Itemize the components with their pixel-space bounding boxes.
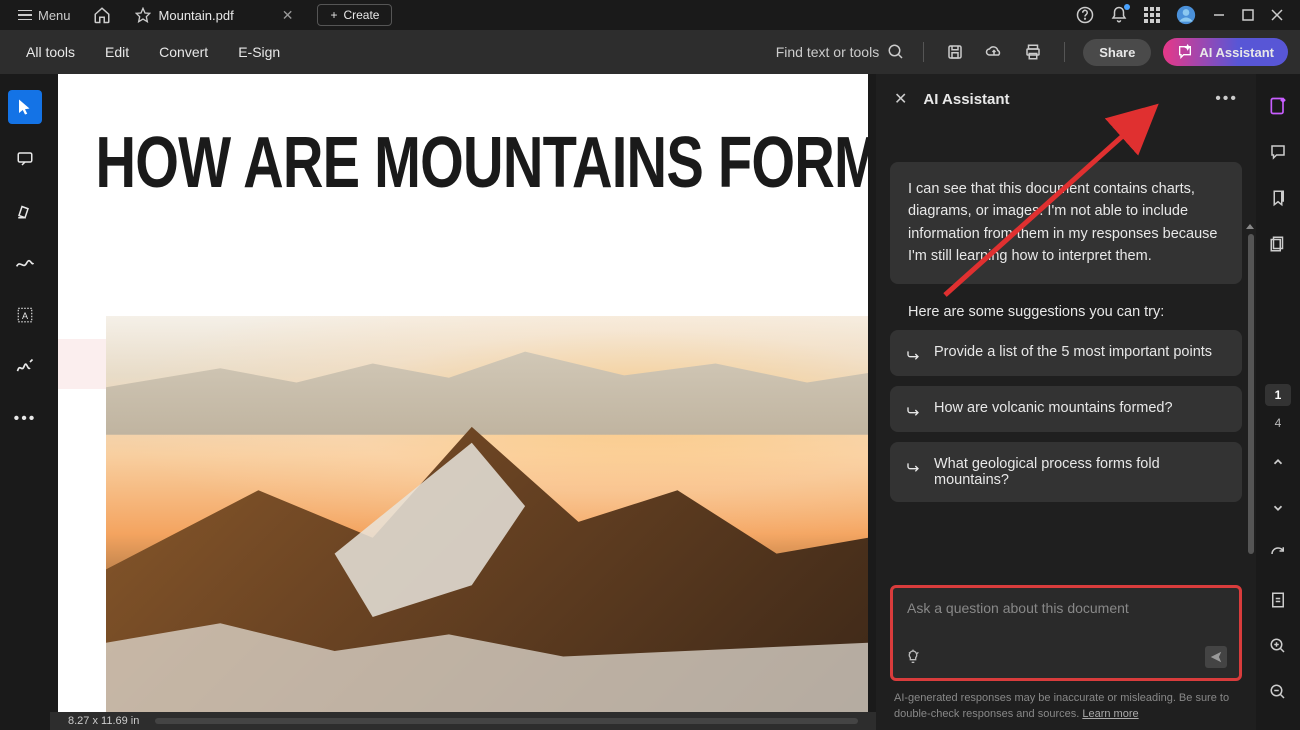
total-pages: 4 bbox=[1275, 416, 1282, 430]
learn-more-link[interactable]: Learn more bbox=[1082, 708, 1138, 720]
ai-disclaimer: AI-generated responses may be inaccurate… bbox=[876, 687, 1256, 730]
text-tool[interactable]: A bbox=[8, 298, 42, 332]
more-tools[interactable]: ••• bbox=[8, 402, 42, 436]
suggestion-item[interactable]: What geological process forms fold mount… bbox=[890, 442, 1242, 502]
hamburger-icon bbox=[18, 10, 32, 21]
sign-tool[interactable] bbox=[8, 350, 42, 384]
create-button[interactable]: + Create bbox=[317, 4, 392, 26]
left-tool-rail: A ••• bbox=[0, 74, 50, 730]
main-toolbar: All tools Edit Convert E-Sign Find text … bbox=[0, 30, 1300, 74]
document-tab[interactable]: Mountain.pdf ✕ bbox=[123, 3, 306, 28]
ai-assistant-panel: ✕ AI Assistant ••• I can see that this d… bbox=[876, 74, 1256, 730]
reply-arrow-icon bbox=[906, 458, 922, 474]
page-dimensions: 8.27 x 11.69 in bbox=[68, 715, 139, 727]
create-label: Create bbox=[343, 8, 379, 22]
ai-scrollbar[interactable] bbox=[1248, 234, 1254, 554]
right-tool-rail: 1 4 bbox=[1256, 74, 1300, 730]
toolbar-esign[interactable]: E-Sign bbox=[224, 38, 294, 66]
title-bar: Menu Mountain.pdf ✕ + Create bbox=[0, 0, 1300, 30]
ai-assistant-button[interactable]: AI Assistant bbox=[1163, 38, 1288, 66]
plus-icon: + bbox=[330, 8, 337, 22]
thumbnails-icon[interactable] bbox=[1264, 230, 1292, 258]
suggestion-text: How are volcanic mountains formed? bbox=[934, 400, 1173, 416]
search-icon bbox=[887, 43, 905, 61]
suggestions-header: Here are some suggestions you can try: bbox=[890, 298, 1242, 330]
print-icon[interactable] bbox=[1020, 39, 1046, 65]
document-page: HOW ARE MOUNTAINS FORMED? bbox=[58, 74, 868, 712]
ai-question-input[interactable]: Ask a question about this document bbox=[890, 585, 1242, 681]
toolbar-convert[interactable]: Convert bbox=[145, 38, 222, 66]
notification-icon[interactable] bbox=[1110, 6, 1128, 24]
ai-messages-area[interactable]: I can see that this document contains ch… bbox=[876, 124, 1256, 575]
scroll-up-arrow-icon[interactable] bbox=[1246, 224, 1254, 229]
divider bbox=[1064, 42, 1065, 62]
zoom-out-button[interactable] bbox=[1264, 678, 1292, 706]
find-tools[interactable]: Find text or tools bbox=[776, 43, 906, 61]
ai-panel-close-button[interactable]: ✕ bbox=[894, 89, 907, 109]
suggestion-text: What geological process forms fold mount… bbox=[934, 456, 1226, 488]
close-window-button[interactable] bbox=[1270, 8, 1284, 22]
maximize-button[interactable] bbox=[1242, 9, 1254, 21]
select-tool[interactable] bbox=[8, 90, 42, 124]
minimize-button[interactable] bbox=[1212, 8, 1226, 22]
toolbar-edit[interactable]: Edit bbox=[91, 38, 143, 66]
highlight-tool[interactable] bbox=[8, 194, 42, 228]
draw-tool[interactable] bbox=[8, 246, 42, 280]
suggestion-item[interactable]: How are volcanic mountains formed? bbox=[890, 386, 1242, 432]
page-up-button[interactable] bbox=[1264, 448, 1292, 476]
lightbulb-icon[interactable] bbox=[905, 649, 921, 665]
horizontal-scrollbar[interactable] bbox=[155, 718, 858, 724]
star-icon bbox=[135, 7, 151, 23]
reply-arrow-icon bbox=[906, 346, 922, 362]
fit-width-icon[interactable] bbox=[1264, 586, 1292, 614]
save-icon[interactable] bbox=[942, 39, 968, 65]
ai-panel-more-button[interactable]: ••• bbox=[1215, 90, 1238, 108]
profile-icon[interactable] bbox=[1176, 5, 1196, 25]
zoom-in-button[interactable] bbox=[1264, 632, 1292, 660]
comment-tool[interactable] bbox=[8, 142, 42, 176]
divider bbox=[923, 42, 924, 62]
bookmarks-icon[interactable] bbox=[1264, 184, 1292, 212]
tab-close-button[interactable]: ✕ bbox=[282, 7, 294, 24]
input-placeholder: Ask a question about this document bbox=[907, 600, 1225, 616]
page-down-button[interactable] bbox=[1264, 494, 1292, 522]
reply-arrow-icon bbox=[906, 402, 922, 418]
cloud-icon[interactable] bbox=[980, 39, 1008, 65]
chat-spark-icon bbox=[1177, 44, 1193, 60]
mountain-image bbox=[106, 316, 868, 712]
share-button[interactable]: Share bbox=[1083, 39, 1151, 66]
tab-filename: Mountain.pdf bbox=[159, 8, 234, 23]
menu-button[interactable]: Menu bbox=[8, 4, 81, 27]
rotate-button[interactable] bbox=[1264, 540, 1292, 568]
suggestion-text: Provide a list of the 5 most important p… bbox=[934, 344, 1212, 360]
send-button[interactable] bbox=[1205, 646, 1227, 668]
ai-button-label: AI Assistant bbox=[1199, 45, 1274, 60]
apps-icon[interactable] bbox=[1144, 7, 1160, 23]
current-page-badge[interactable]: 1 bbox=[1265, 384, 1292, 406]
svg-text:A: A bbox=[22, 311, 28, 321]
toolbar-all-tools[interactable]: All tools bbox=[12, 38, 89, 66]
status-bar: 8.27 x 11.69 in bbox=[50, 712, 876, 730]
menu-label: Menu bbox=[38, 8, 71, 23]
document-heading: HOW ARE MOUNTAINS FORMED? bbox=[58, 74, 690, 204]
comments-panel-icon[interactable] bbox=[1264, 138, 1292, 166]
home-button[interactable] bbox=[85, 2, 119, 28]
suggestion-item[interactable]: Provide a list of the 5 most important p… bbox=[890, 330, 1242, 376]
ai-message: I can see that this document contains ch… bbox=[890, 162, 1242, 284]
ai-panel-title: AI Assistant bbox=[923, 91, 1009, 108]
document-viewport[interactable]: HOW ARE MOUNTAINS FORMED? 8.27 x 11.69 i… bbox=[50, 74, 876, 730]
generative-summary-icon[interactable] bbox=[1264, 92, 1292, 120]
find-label: Find text or tools bbox=[776, 44, 880, 60]
help-icon[interactable] bbox=[1076, 6, 1094, 24]
